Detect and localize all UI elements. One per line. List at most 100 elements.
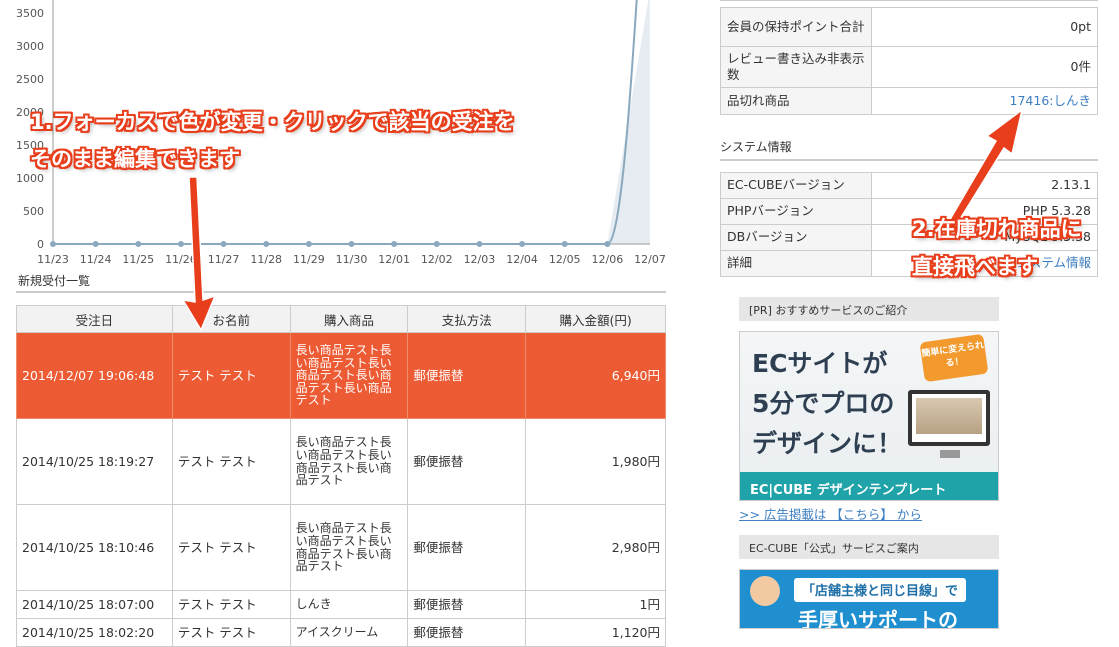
- system-info-title: システム情報: [720, 140, 792, 154]
- order-row[interactable]: 2014/10/25 18:19:27 テスト テスト 長い商品テスト長い商品テスト…: [16, 418, 666, 505]
- order-row[interactable]: 2014/10/25 18:02:20 テスト テスト アイスクリーム 郵便振替 1,1…: [16, 618, 666, 647]
- info-value: 0件: [871, 46, 1098, 88]
- customer-name: テスト テスト: [171, 332, 291, 419]
- order-amount: 1円: [525, 590, 666, 619]
- x-tick-label: 12/01: [378, 253, 410, 266]
- col-order-date: 受注日: [16, 305, 173, 333]
- system-info-divider: [720, 159, 1098, 161]
- data-point: [220, 241, 227, 247]
- products: 長い商品テスト長い商品テスト長い商品テスト長い商品テスト: [289, 504, 409, 591]
- customer-name: テスト テスト: [171, 418, 291, 505]
- annotation-1-line1: 1.フォーカスで色が変更・クリックで該当の受注を: [30, 110, 515, 134]
- support-banner[interactable]: 「店舗主様と同じ目線」で 手厚いサポートの: [739, 569, 999, 629]
- support-banner-line1: 「店舗主様と同じ目線」で: [794, 578, 967, 602]
- banner-line3: デザインに！: [752, 429, 903, 458]
- banner-footer: EC|CUBE デザインテンプレート: [740, 472, 998, 500]
- sys-key: 詳細: [720, 250, 872, 277]
- shop-info-table: 会員の保持ポイント合計 0pt レビュー書き込み非表示数 0件 品切れ商品 17…: [720, 7, 1098, 115]
- col-amount: 購入金額(円): [525, 305, 666, 333]
- customer-name: テスト テスト: [171, 618, 291, 647]
- x-tick-label: 12/02: [421, 253, 453, 266]
- ad-placement-link[interactable]: >> 広告掲載は 【こちら】 から: [739, 504, 922, 523]
- order-amount: 1,980円: [525, 418, 666, 505]
- order-amount: 1,120円: [525, 618, 666, 647]
- x-tick-label: 11/29: [293, 253, 325, 266]
- sys-row-detail: 詳細 システム情報: [720, 250, 1098, 277]
- info-row-points: 会員の保持ポイント合計 0pt: [720, 7, 1098, 47]
- banner-line2: 5分でプロの: [752, 389, 895, 418]
- col-payment: 支払方法: [407, 305, 527, 333]
- out-of-stock-link[interactable]: 17416:しんき: [871, 87, 1098, 115]
- data-point: [476, 241, 483, 247]
- orders-section-title: 新規受付一覧: [18, 274, 91, 288]
- info-top-border: [720, 0, 1098, 1]
- y-tick-label: 0: [37, 238, 44, 251]
- customer-name: テスト テスト: [171, 504, 291, 591]
- payment-method: 郵便振替: [407, 618, 527, 647]
- orders-table: 受注日 お名前 購入商品 支払方法 購入金額(円) 2014/12/07 19:…: [16, 305, 666, 647]
- info-key: 会員の保持ポイント合計: [720, 7, 872, 47]
- order-row[interactable]: 2014/10/25 18:10:46 テスト テスト 長い商品テスト長い商品テスト…: [16, 504, 666, 591]
- sys-value: 2.13.1: [871, 172, 1098, 199]
- operator-avatar: [750, 576, 780, 606]
- monitor-stand-icon: [940, 450, 960, 458]
- data-point: [50, 241, 56, 247]
- pr-section-title: [PR] おすすめサービスのご紹介: [739, 297, 999, 321]
- payment-method: 郵便振替: [407, 418, 527, 505]
- design-template-banner[interactable]: ECサイトが 5分でプロの デザインに！ 簡単に変えられる！ EC|CUBE デ…: [739, 331, 999, 501]
- col-products: 購入商品: [289, 305, 409, 333]
- data-point: [519, 241, 526, 247]
- official-services-title: EC-CUBE「公式」サービスご案内: [739, 535, 999, 559]
- products: アイスクリーム: [289, 618, 409, 647]
- x-tick-label: 11/23: [37, 253, 69, 266]
- annotation-2-line2: 直接飛べます: [912, 255, 1038, 279]
- orders-header-row: 受注日 お名前 購入商品 支払方法 購入金額(円): [16, 305, 666, 333]
- annotation-2-line1: 2.在庫切れ商品に: [912, 217, 1082, 241]
- data-point: [433, 241, 440, 247]
- data-point: [135, 241, 142, 247]
- x-tick-label: 11/28: [250, 253, 282, 266]
- x-tick-label: 11/24: [80, 253, 112, 266]
- data-point: [561, 241, 568, 247]
- data-point: [348, 241, 355, 247]
- products: 長い商品テスト長い商品テスト長い商品テスト長い商品テスト長い商品テスト: [289, 332, 409, 419]
- products: しんき: [289, 590, 409, 619]
- x-tick-label: 12/05: [549, 253, 581, 266]
- x-tick-label: 11/30: [336, 253, 368, 266]
- order-date: 2014/10/25 18:02:20: [16, 618, 173, 647]
- payment-method: 郵便振替: [407, 504, 527, 591]
- sys-key: PHPバージョン: [720, 198, 872, 225]
- info-value: 0pt: [871, 7, 1098, 47]
- info-key: レビュー書き込み非表示数: [720, 46, 872, 88]
- data-point: [305, 241, 312, 247]
- orders-divider: [16, 291, 666, 293]
- x-tick-label: 12/06: [592, 253, 624, 266]
- annotation-1-line2: そのまま編集できます: [30, 147, 240, 171]
- sys-key: EC-CUBEバージョン: [720, 172, 872, 199]
- payment-method: 郵便振替: [407, 332, 527, 419]
- order-date: 2014/10/25 18:19:27: [16, 418, 173, 505]
- data-point: [92, 241, 99, 247]
- payment-method: 郵便振替: [407, 590, 527, 619]
- data-point: [177, 241, 184, 247]
- info-row-reviews: レビュー書き込み非表示数 0件: [720, 46, 1098, 88]
- x-tick-label: 12/03: [464, 253, 496, 266]
- order-date: 2014/10/25 18:10:46: [16, 504, 173, 591]
- customer-name: テスト テスト: [171, 590, 291, 619]
- x-tick-label: 11/26: [165, 253, 197, 266]
- sys-key: DBバージョン: [720, 224, 872, 251]
- x-tick-label: 12/04: [506, 253, 538, 266]
- data-point: [604, 241, 611, 247]
- y-tick-label: 2500: [16, 73, 44, 86]
- order-date: 2014/10/25 18:07:00: [16, 590, 173, 619]
- products: 長い商品テスト長い商品テスト長い商品テスト長い商品テスト: [289, 418, 409, 505]
- y-tick-label: 500: [23, 205, 44, 218]
- order-row[interactable]: 2014/12/07 19:06:48 テスト テスト 長い商品テスト長い商品テスト…: [16, 332, 666, 419]
- order-row[interactable]: 2014/10/25 18:07:00 テスト テスト しんき 郵便振替 1円: [16, 590, 666, 619]
- x-tick-label: 11/25: [122, 253, 154, 266]
- banner-line1: ECサイトが: [752, 349, 888, 378]
- x-tick-label: 11/27: [208, 253, 240, 266]
- support-banner-line2: 手厚いサポートの: [798, 608, 958, 629]
- col-customer-name: お名前: [171, 305, 291, 333]
- y-tick-label: 3000: [16, 40, 44, 53]
